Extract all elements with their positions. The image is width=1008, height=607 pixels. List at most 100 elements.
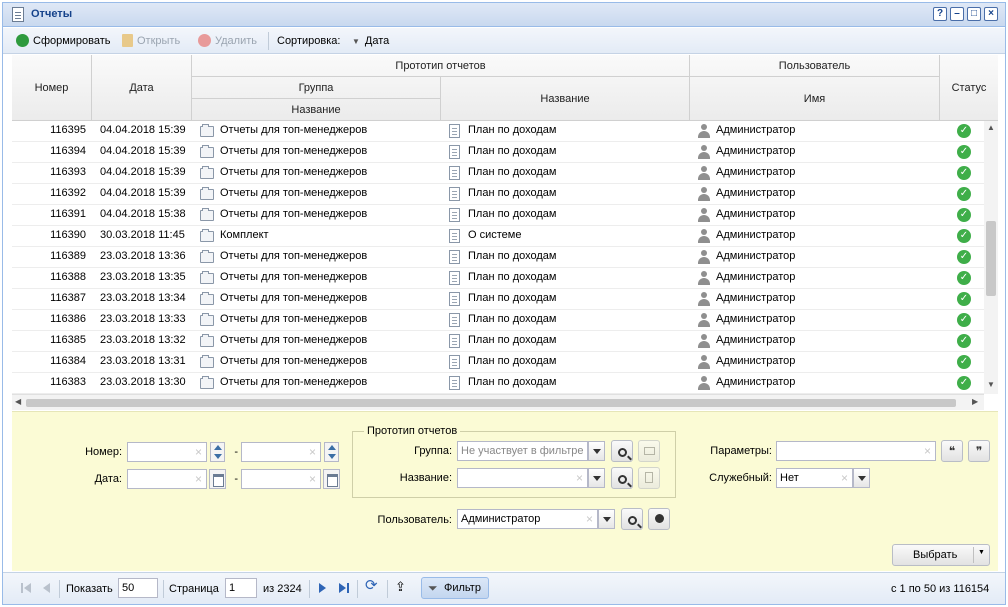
name-input[interactable]: × [457, 468, 588, 488]
header-user-name[interactable]: Имя [690, 77, 940, 121]
last-page-icon[interactable] [339, 583, 346, 593]
filter-toggle-button[interactable]: ⏷ Фильтр [421, 577, 489, 599]
row-number: 116389 [50, 250, 86, 262]
header-status[interactable]: Статус [940, 55, 998, 121]
folder-icon [200, 250, 214, 263]
number-to-stepper[interactable] [324, 442, 339, 462]
date-to-input[interactable]: × [241, 469, 321, 489]
vertical-scroll-thumb[interactable] [986, 221, 996, 296]
sort-dropdown[interactable]: ▼ Дата [352, 34, 389, 48]
row-date: 23.03.2018 13:35 [100, 271, 186, 283]
clear-icon[interactable]: × [309, 443, 316, 461]
user-dropdown[interactable] [598, 509, 615, 529]
horizontal-scroll-thumb[interactable] [26, 399, 956, 407]
header-date[interactable]: Дата [92, 55, 192, 121]
name-search-button[interactable] [611, 467, 633, 489]
header-name[interactable]: Название [441, 77, 690, 121]
table-row[interactable]: 116383 23.03.2018 13:30 Отчеты для топ-мен… [12, 373, 984, 394]
header-number[interactable]: Номер [12, 55, 92, 121]
clear-icon[interactable]: × [195, 470, 202, 488]
export-icon[interactable]: ⇪ [395, 579, 406, 595]
close-button[interactable]: × [984, 7, 998, 21]
clear-icon[interactable]: × [309, 470, 316, 488]
table-row[interactable]: 116384 23.03.2018 13:31 Отчеты для топ-мен… [12, 352, 984, 373]
table-row[interactable]: 116386 23.03.2018 13:33 Отчеты для топ-мен… [12, 310, 984, 331]
generate-label: Сформировать [33, 35, 111, 47]
first-page-icon[interactable] [24, 583, 31, 593]
delete-button[interactable]: Удалить [198, 33, 257, 48]
clear-icon[interactable]: × [924, 442, 931, 460]
folder-icon [200, 334, 214, 347]
horizontal-scrollbar[interactable]: ◀ ▶ [12, 394, 984, 410]
status-ok-icon: ✓ [957, 334, 971, 348]
row-user: Администратор [716, 187, 796, 199]
name-browse-button[interactable] [638, 467, 660, 489]
header-group-name[interactable]: Название [192, 99, 441, 121]
user-icon [698, 313, 710, 327]
table-row[interactable]: 116392 04.04.2018 15:39 Отчеты для топ-мен… [12, 184, 984, 205]
date-from-input[interactable]: × [127, 469, 207, 489]
show-label: Показать [66, 583, 113, 595]
maximize-button[interactable]: □ [967, 7, 981, 21]
user-select-button[interactable] [648, 508, 670, 530]
quote-open-button[interactable]: ❝ [941, 440, 963, 462]
prev-page-icon[interactable] [43, 583, 50, 593]
row-group: Отчеты для топ-менеджеров [220, 313, 368, 325]
number-from-input[interactable]: × [127, 442, 207, 462]
table-row[interactable]: 116393 04.04.2018 15:39 Отчеты для топ-мен… [12, 163, 984, 184]
group-input[interactable]: Не участвует в фильтре [457, 441, 588, 461]
page-number-input[interactable]: 1 [225, 578, 257, 598]
table-row[interactable]: 116387 23.03.2018 13:34 Отчеты для топ-мен… [12, 289, 984, 310]
clear-icon[interactable]: × [195, 443, 202, 461]
page-size-input[interactable]: 50 [118, 578, 158, 598]
filter-panel: Номер: × - × Дата: × - × Прототип отчето… [12, 411, 998, 571]
number-to-input[interactable]: × [241, 442, 321, 462]
refresh-icon[interactable]: ⟳ [365, 578, 378, 594]
folder-icon [200, 187, 214, 200]
header-group: Группа [192, 77, 441, 99]
date-to-calendar-icon[interactable] [323, 469, 340, 489]
row-user: Администратор [716, 376, 796, 388]
row-user: Администратор [716, 334, 796, 346]
table-row[interactable]: 116390 30.03.2018 11:45 Комплект О системе А… [12, 226, 984, 247]
scroll-up-icon[interactable]: ▲ [987, 123, 995, 132]
row-name: План по доходам [468, 292, 557, 304]
table-row[interactable]: 116391 04.04.2018 15:38 Отчеты для топ-мен… [12, 205, 984, 226]
row-number: 116394 [50, 145, 86, 157]
table-row[interactable]: 116395 04.04.2018 15:39 Отчеты для топ-мен… [12, 121, 984, 142]
user-search-button[interactable] [621, 508, 643, 530]
number-from-stepper[interactable] [210, 442, 225, 462]
scroll-left-icon[interactable]: ◀ [15, 397, 21, 406]
params-input[interactable]: × [776, 441, 936, 461]
open-button[interactable]: Открыть [122, 33, 180, 48]
report-document-icon [449, 355, 460, 369]
quote-close-button[interactable]: ❞ [968, 440, 990, 462]
group-search-button[interactable] [611, 440, 633, 462]
table-row[interactable]: 116385 23.03.2018 13:32 Отчеты для топ-мен… [12, 331, 984, 352]
clear-icon[interactable]: × [586, 510, 593, 528]
clear-icon[interactable]: × [841, 469, 848, 487]
table-row[interactable]: 116394 04.04.2018 15:39 Отчеты для топ-мен… [12, 142, 984, 163]
generate-button[interactable]: Сформировать [16, 33, 111, 48]
row-group: Отчеты для топ-менеджеров [220, 187, 368, 199]
service-dropdown[interactable] [853, 468, 870, 488]
vertical-scrollbar[interactable]: ▲ ▼ [984, 121, 998, 394]
select-button[interactable]: Выбрать ▼ [892, 544, 990, 566]
split-arrow-icon[interactable]: ▼ [978, 549, 985, 556]
scroll-right-icon[interactable]: ▶ [972, 397, 978, 406]
clear-icon[interactable]: × [576, 469, 583, 487]
name-dropdown[interactable] [588, 468, 605, 488]
minimize-button[interactable]: – [950, 7, 964, 21]
group-dropdown[interactable] [588, 441, 605, 461]
scroll-down-icon[interactable]: ▼ [987, 380, 995, 389]
date-from-calendar-icon[interactable] [209, 469, 226, 489]
user-input[interactable]: Администратор × [457, 509, 598, 529]
help-button[interactable]: ? [933, 7, 947, 21]
group-browse-button[interactable] [638, 440, 660, 462]
row-date: 30.03.2018 11:45 [100, 229, 185, 241]
table-row[interactable]: 116389 23.03.2018 13:36 Отчеты для топ-мен… [12, 247, 984, 268]
row-user: Администратор [716, 145, 796, 157]
table-row[interactable]: 116388 23.03.2018 13:35 Отчеты для топ-мен… [12, 268, 984, 289]
next-page-icon[interactable] [319, 583, 326, 593]
service-input[interactable]: Нет × [776, 468, 853, 488]
